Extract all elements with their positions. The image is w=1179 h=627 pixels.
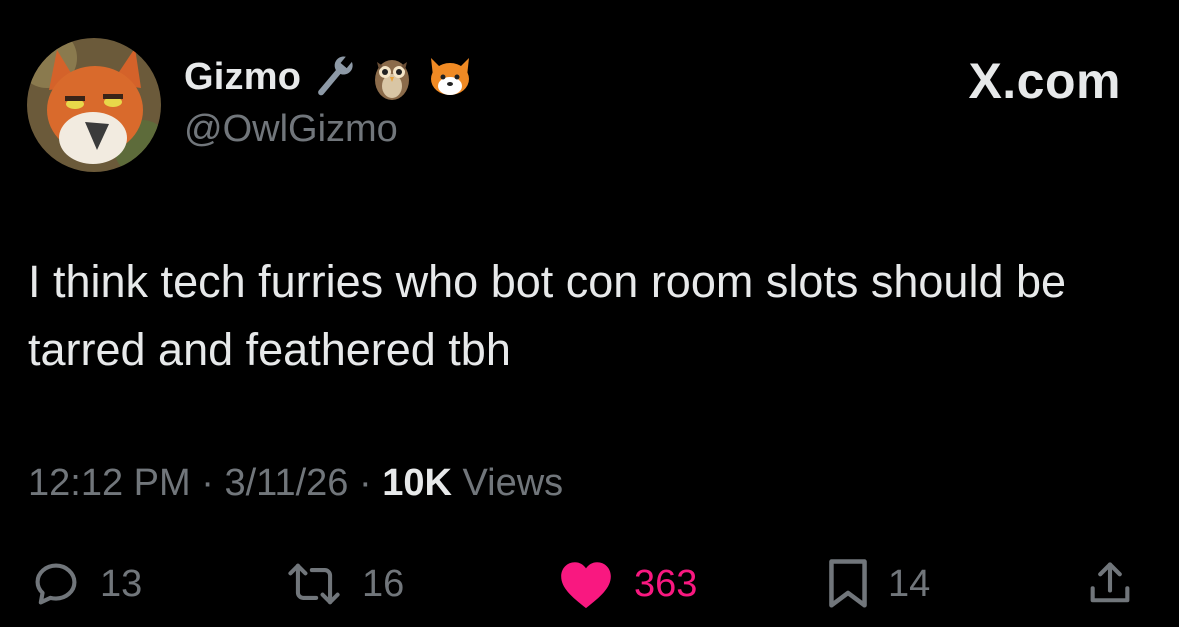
like-button[interactable]: 363 xyxy=(556,558,697,610)
tweet-meta: 12:12 PM · 3/11/26 · 10K Views xyxy=(28,462,563,505)
tweet-date[interactable]: 3/11/26 xyxy=(224,462,348,504)
meta-separator: · xyxy=(358,462,372,504)
author-name-row: Gizmo xyxy=(184,52,475,102)
share-icon xyxy=(1090,562,1130,603)
bookmark-icon xyxy=(829,559,867,608)
views-label: Views xyxy=(462,462,564,504)
bookmark-count: 14 xyxy=(888,562,931,605)
site-label: X.com xyxy=(968,53,1121,109)
tweet-time[interactable]: 12:12 PM xyxy=(28,462,191,504)
repost-count: 16 xyxy=(362,562,405,605)
bookmark-button[interactable]: 14 xyxy=(826,558,930,610)
reply-count: 13 xyxy=(100,562,143,605)
repost-button[interactable]: 16 xyxy=(284,558,404,610)
heart-filled-icon xyxy=(561,562,611,609)
share-button[interactable] xyxy=(1084,558,1136,610)
tweet-text: I think tech furries who bot con room sl… xyxy=(28,256,1067,375)
reply-button[interactable]: 13 xyxy=(30,558,142,610)
avatar[interactable] xyxy=(27,38,161,172)
like-count: 363 xyxy=(634,562,698,605)
owl-emoji-icon xyxy=(367,52,417,102)
views-count: 10K xyxy=(382,462,452,504)
fox-emoji-icon xyxy=(425,52,475,102)
meta-separator: · xyxy=(201,462,214,504)
author-display-name[interactable]: Gizmo xyxy=(184,56,301,99)
wrench-emoji-icon xyxy=(309,52,359,102)
author-handle[interactable]: @OwlGizmo xyxy=(184,108,398,151)
repost-icon xyxy=(288,563,340,605)
reply-icon xyxy=(35,563,77,605)
fox-avatar-icon xyxy=(27,38,161,172)
action-bar: 13 16 363 14 xyxy=(0,558,1179,618)
